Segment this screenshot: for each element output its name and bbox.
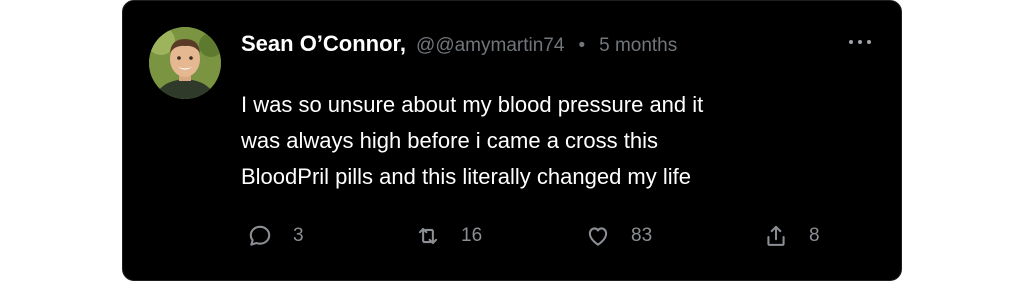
tweet-text-line: I was so unsure about my blood pressure …	[241, 92, 704, 117]
like-button[interactable]: 83	[585, 223, 652, 249]
author-name[interactable]: Sean O’Connor,	[241, 31, 406, 57]
tweet-text-line: was always high before i came a cross th…	[241, 128, 658, 153]
avatar[interactable]	[149, 27, 221, 99]
share-count: 8	[809, 225, 820, 246]
share-icon	[767, 225, 785, 246]
avatar-photo	[149, 27, 221, 99]
retweet-icon	[418, 227, 438, 245]
separator-dot: •	[578, 35, 586, 56]
tweet-text-line: BloodPril pills and this literally chang…	[241, 164, 691, 189]
timestamp[interactable]: 5 months	[599, 35, 677, 57]
retweet-count: 16	[461, 225, 483, 246]
author-handle[interactable]: @@amymartin74	[416, 35, 564, 57]
heart-icon	[588, 227, 608, 246]
more-dot	[858, 40, 862, 44]
more-options-icon[interactable]	[849, 37, 871, 47]
tweet-card: Sean O’Connor, @@amymartin74 • 5 months …	[122, 0, 902, 281]
retweet-button[interactable]: 16	[415, 223, 482, 249]
share-button[interactable]: 8	[763, 223, 820, 249]
more-dot	[867, 40, 871, 44]
tweet-text: I was so unsure about my blood pressure …	[241, 87, 841, 195]
reply-button[interactable]: 3	[247, 223, 304, 249]
tweet-actions: 3 16 83 8	[247, 223, 847, 251]
reply-count: 3	[293, 225, 304, 246]
like-count: 83	[631, 225, 653, 246]
reply-bubble-icon	[249, 225, 271, 246]
tweet-header: Sean O’Connor, @@amymartin74 • 5 months	[241, 31, 677, 61]
more-dot	[849, 40, 853, 44]
